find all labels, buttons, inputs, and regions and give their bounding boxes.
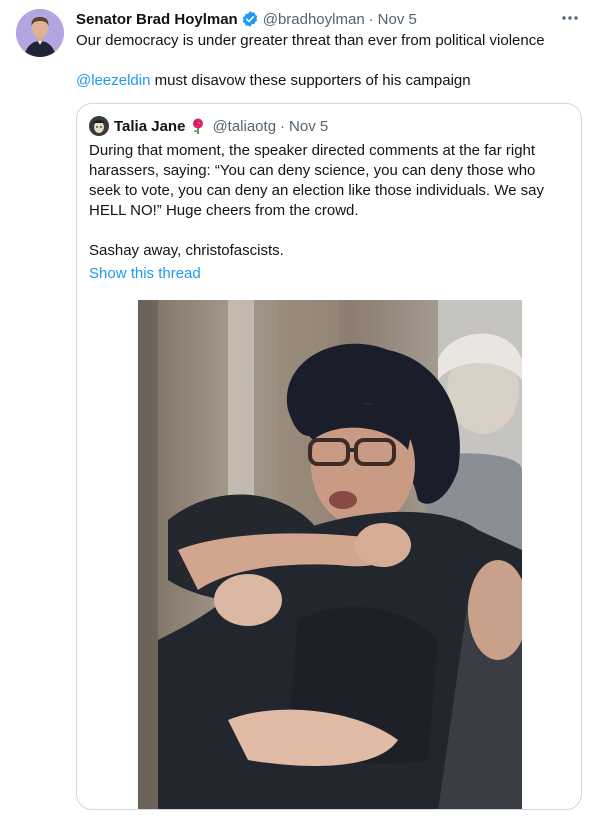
quote-author-display-name[interactable]: Talia Jane [114, 118, 185, 135]
tweet-date[interactable]: Nov 5 [378, 11, 417, 28]
tweet-header: Senator Brad Hoylman @bradhoylman · Nov … [76, 9, 556, 29]
author-avatar[interactable] [16, 9, 64, 57]
separator-dot: · [368, 10, 374, 28]
rose-emoji-icon [189, 117, 207, 135]
quote-paragraph-1: During that moment, the speaker directed… [89, 142, 544, 219]
quote-paragraph-2: Sashay away, christofascists. [89, 242, 284, 259]
quote-separator-dot: · [280, 117, 286, 135]
author-avatar-image [16, 9, 64, 57]
quote-media-image[interactable] [138, 300, 522, 809]
more-horizontal-icon[interactable] [560, 10, 580, 26]
mention-link[interactable]: @leezeldin [76, 72, 150, 89]
tweet-text-line-1: Our democracy is under greater threat th… [76, 32, 545, 49]
quoted-tweet-text: During that moment, the speaker directed… [89, 141, 569, 284]
quoted-tweet-header: Talia Jane @taliaotg · Nov 5 [89, 116, 328, 136]
quoted-tweet[interactable]: Talia Jane @taliaotg · Nov 5 During that… [76, 103, 582, 810]
quote-author-handle[interactable]: @taliaotg [212, 118, 276, 135]
tweet[interactable]: Senator Brad Hoylman @bradhoylman · Nov … [0, 0, 596, 822]
quote-author-avatar[interactable] [89, 116, 109, 136]
author-display-name[interactable]: Senator Brad Hoylman [76, 11, 238, 28]
show-this-thread-link[interactable]: Show this thread [89, 264, 569, 284]
quote-date[interactable]: Nov 5 [289, 118, 328, 135]
media-image-illustration [138, 300, 522, 809]
verified-badge-icon [241, 10, 259, 28]
tweet-text-remainder: must disavow these supporters of his cam… [150, 72, 471, 89]
tweet-text-line-2: @leezeldin must disavow these supporters… [76, 71, 471, 91]
author-handle[interactable]: @bradhoylman [263, 11, 365, 28]
